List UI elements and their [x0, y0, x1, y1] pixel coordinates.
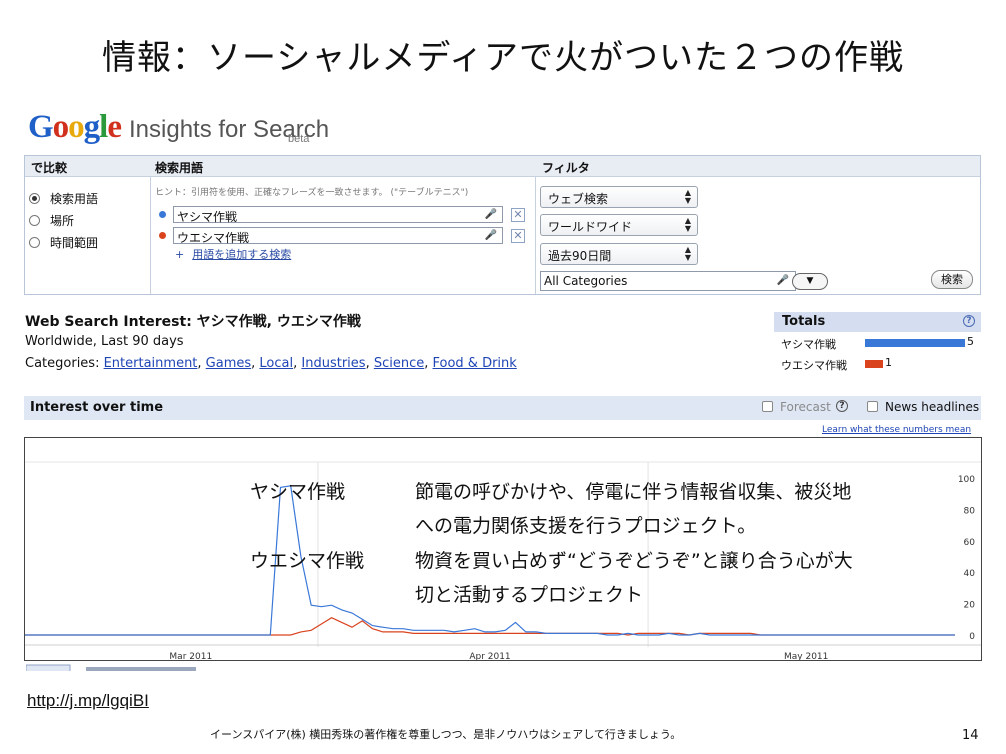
region-select[interactable]: ワールドワイド ▲ ▼	[540, 214, 698, 236]
learn-numbers-link[interactable]: Learn what these numbers mean	[822, 425, 971, 435]
series-color-dot-red	[159, 232, 166, 239]
radio-button[interactable]	[29, 237, 40, 248]
search-term-input-2[interactable]: ウエシマ作戦 🎤	[173, 227, 503, 245]
select-arrows-icon: ▲ ▼	[684, 188, 691, 205]
compare-panel: で比較 検索用語 フィルタ 検索用語 場所 時間範囲 ヒント：引用符を使用、正確…	[24, 155, 981, 295]
microphone-icon[interactable]: 🎤	[485, 209, 497, 220]
remove-term-button[interactable]: ✕	[511, 228, 525, 243]
slide-title: 情報：ソーシャルメディアで火がついた２つの作戦	[102, 38, 904, 78]
y-tick-label: 80	[964, 506, 976, 516]
term-row-1: ヤシマ作戦 🎤 ✕	[159, 206, 525, 224]
radio-compare-time[interactable]: 時間範囲	[29, 234, 98, 251]
category-link-entertainment[interactable]: Entertainment	[104, 356, 198, 371]
y-tick-label: 20	[964, 601, 976, 611]
google-logo: Google	[28, 109, 122, 145]
plus-icon: +	[175, 248, 185, 261]
google-insights-logo[interactable]: Google Insights for Search	[28, 100, 329, 144]
period-select[interactable]: 過去90日間 ▲ ▼	[540, 243, 698, 265]
compare-by-header: で比較	[31, 161, 68, 175]
category-link-food-drink[interactable]: Food & Drink	[433, 356, 517, 371]
totals-panel: Totals ? ヤシマ作戦 5 ウエシマ作戦 1	[774, 312, 981, 374]
y-tick-label: 60	[964, 538, 976, 548]
totals-bar	[865, 360, 883, 368]
forecast-label: Forecast	[780, 400, 831, 414]
y-tick-label: 100	[958, 475, 975, 485]
overlay-name-ueshima: ウエシマ作戦	[250, 550, 365, 572]
filter-header: フィルタ	[542, 161, 590, 175]
totals-header: Totals ?	[774, 312, 981, 332]
partial-embed-row	[26, 664, 196, 671]
overlay-desc-yashima-1: 節電の呼びかけや、停電に伴う情報省収集、被災地	[415, 481, 852, 503]
category-link-games[interactable]: Games	[206, 356, 251, 371]
radio-button[interactable]	[29, 215, 40, 226]
beta-label: beta	[288, 133, 310, 145]
source-url-link[interactable]: http://j.mp/lgqiBI	[27, 691, 149, 711]
category-link-local[interactable]: Local	[259, 356, 293, 371]
y-tick-label: 40	[964, 569, 976, 579]
search-hint: ヒント：引用符を使用、正確なフレーズを一致させます。 ("テーブルテニス")	[155, 188, 469, 198]
search-terms-header: 検索用語	[155, 161, 204, 175]
forecast-checkbox[interactable]	[762, 401, 773, 412]
column-divider	[535, 177, 536, 294]
select-arrows-icon: ▲ ▼	[684, 216, 691, 233]
totals-value: 1	[885, 356, 892, 369]
help-icon[interactable]: ?	[836, 400, 848, 412]
results-title: Web Search Interest: ヤシマ作戦, ウエシマ作戦	[25, 314, 361, 330]
results-categories: Categories: Entertainment, Games, Local,…	[25, 356, 517, 371]
search-term-input-1[interactable]: ヤシマ作戦 🎤	[173, 206, 503, 224]
news-headlines-checkbox[interactable]	[867, 401, 878, 412]
y-tick-label: 0	[969, 632, 975, 642]
totals-bar	[865, 339, 965, 347]
select-arrows-icon: ▲ ▼	[684, 245, 691, 262]
search-button[interactable]: 検索	[931, 270, 973, 289]
totals-value: 5	[967, 335, 974, 348]
remove-term-button[interactable]: ✕	[511, 207, 525, 222]
category-input[interactable]: All Categories 🎤	[540, 271, 796, 291]
term-row-2: ウエシマ作戦 🎤 ✕	[159, 227, 525, 245]
add-term-link[interactable]: + 用語を追加する検索	[175, 246, 291, 262]
category-dropdown-button[interactable]: ▼	[792, 273, 828, 290]
totals-row: ウエシマ作戦 1	[781, 356, 892, 372]
news-headlines-label: News headlines	[885, 400, 980, 414]
radio-button-selected[interactable]	[29, 193, 40, 204]
column-divider	[150, 177, 151, 294]
microphone-icon[interactable]: 🎤	[485, 230, 497, 241]
radio-compare-terms[interactable]: 検索用語	[29, 190, 98, 207]
x-tick-label: Mar 2011	[169, 652, 212, 661]
x-tick-label: Apr 2011	[469, 652, 510, 661]
series-color-dot-blue	[159, 211, 166, 218]
footer-copyright: イーンスパイア(株) 横田秀珠の著作権を尊重しつつ、是非ノウハウはシェアして行き…	[210, 728, 682, 741]
totals-row: ヤシマ作戦 5	[781, 335, 974, 351]
microphone-icon[interactable]: 🎤	[777, 275, 789, 286]
help-icon[interactable]: ?	[963, 315, 975, 327]
category-link-science[interactable]: Science	[374, 356, 424, 371]
page-number: 14	[962, 728, 979, 743]
overlay-desc-ueshima-2: 切と活動するプロジェクト	[415, 584, 644, 606]
overlay-desc-ueshima-1: 物資を買い占めず“どうぞどうぞ”と譲り合う心が大	[415, 550, 853, 572]
interest-over-time-bar: Interest over time Forecast ? News headl…	[24, 396, 981, 420]
results-scope: Worldwide, Last 90 days	[25, 334, 184, 349]
category-link-industries[interactable]: Industries	[301, 356, 365, 371]
radio-compare-location[interactable]: 場所	[29, 212, 74, 229]
overlay-name-yashima: ヤシマ作戦	[250, 481, 346, 503]
overlay-desc-yashima-2: への電力関係支援を行うプロジェクト。	[415, 515, 757, 537]
search-type-select[interactable]: ウェブ検索 ▲ ▼	[540, 186, 698, 208]
chevron-down-icon: ▼	[806, 276, 814, 286]
compare-panel-header: で比較 検索用語 フィルタ	[25, 156, 980, 177]
x-tick-label: May 2011	[784, 652, 828, 661]
